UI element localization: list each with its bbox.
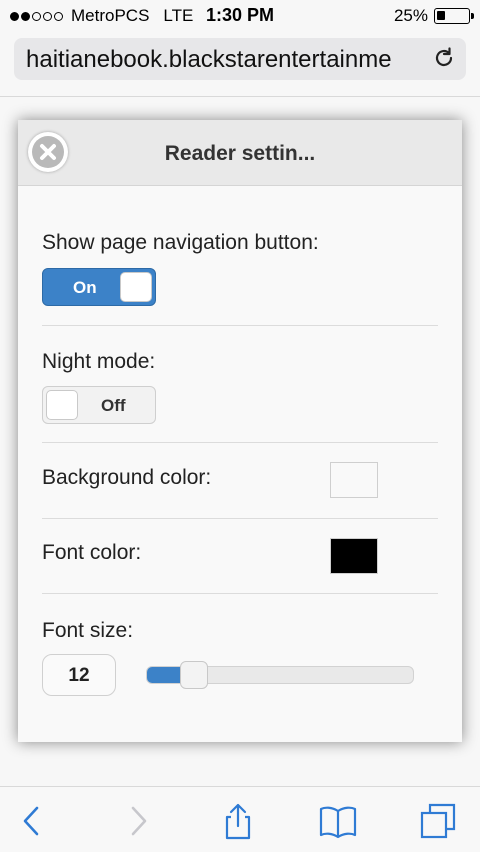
toggle-knob <box>46 390 78 420</box>
background-color-label: Background color: <box>42 466 212 489</box>
signal-dot <box>54 11 63 21</box>
reader-settings-dialog: Reader settin... Show page navigation bu… <box>18 120 462 742</box>
status-bar: MetroPCS LTE 1:30 PM 25% <box>0 0 480 32</box>
reload-icon[interactable] <box>432 46 456 70</box>
background-color-swatch[interactable] <box>330 462 378 498</box>
font-color-swatch[interactable] <box>330 538 378 574</box>
battery-fill <box>437 11 445 20</box>
carrier-name: MetroPCS <box>71 6 150 25</box>
divider <box>42 518 438 519</box>
signal-strength-icon <box>10 11 63 21</box>
dialog-title: Reader settin... <box>164 142 316 165</box>
battery-icon <box>434 8 474 24</box>
night-mode-toggle-text: Off <box>101 396 126 415</box>
forward-icon[interactable] <box>118 801 158 841</box>
page-nav-toggle[interactable]: On <box>42 268 156 306</box>
slider-fill <box>147 667 184 683</box>
status-left: MetroPCS LTE <box>10 6 193 26</box>
divider <box>42 442 438 443</box>
back-icon[interactable] <box>12 801 52 841</box>
network-type: LTE <box>163 6 194 25</box>
font-size-slider[interactable] <box>146 661 414 689</box>
status-right: 25% <box>393 6 474 26</box>
night-mode-toggle[interactable]: Off <box>42 386 156 424</box>
font-size-label: Font size: <box>42 619 134 642</box>
tabs-icon[interactable] <box>418 801 458 841</box>
signal-dot <box>21 11 30 21</box>
url-text[interactable]: haitianebook.blackstarentertainme <box>26 46 426 74</box>
font-color-label: Font color: <box>42 541 142 564</box>
night-mode-label: Night mode: <box>42 350 156 373</box>
signal-dot <box>43 11 52 21</box>
divider <box>42 593 438 594</box>
page-nav-label: Show page navigation button: <box>42 231 319 254</box>
slider-handle[interactable] <box>180 661 208 689</box>
page-nav-toggle-text: On <box>73 278 97 297</box>
status-time: 1:30 PM <box>206 5 275 25</box>
signal-dot <box>32 11 41 21</box>
browser-toolbar <box>0 786 480 852</box>
font-size-input[interactable]: 12 <box>42 654 116 696</box>
battery-percent: 25% <box>393 6 428 25</box>
share-icon[interactable] <box>218 801 258 841</box>
address-bar[interactable]: haitianebook.blackstarentertainme <box>14 38 466 80</box>
divider <box>42 325 438 326</box>
toolbar-divider <box>0 96 480 97</box>
dialog-header: Reader settin... <box>18 120 462 186</box>
toggle-knob <box>120 272 152 302</box>
signal-dot <box>10 11 19 21</box>
bookmarks-icon[interactable] <box>318 801 358 841</box>
